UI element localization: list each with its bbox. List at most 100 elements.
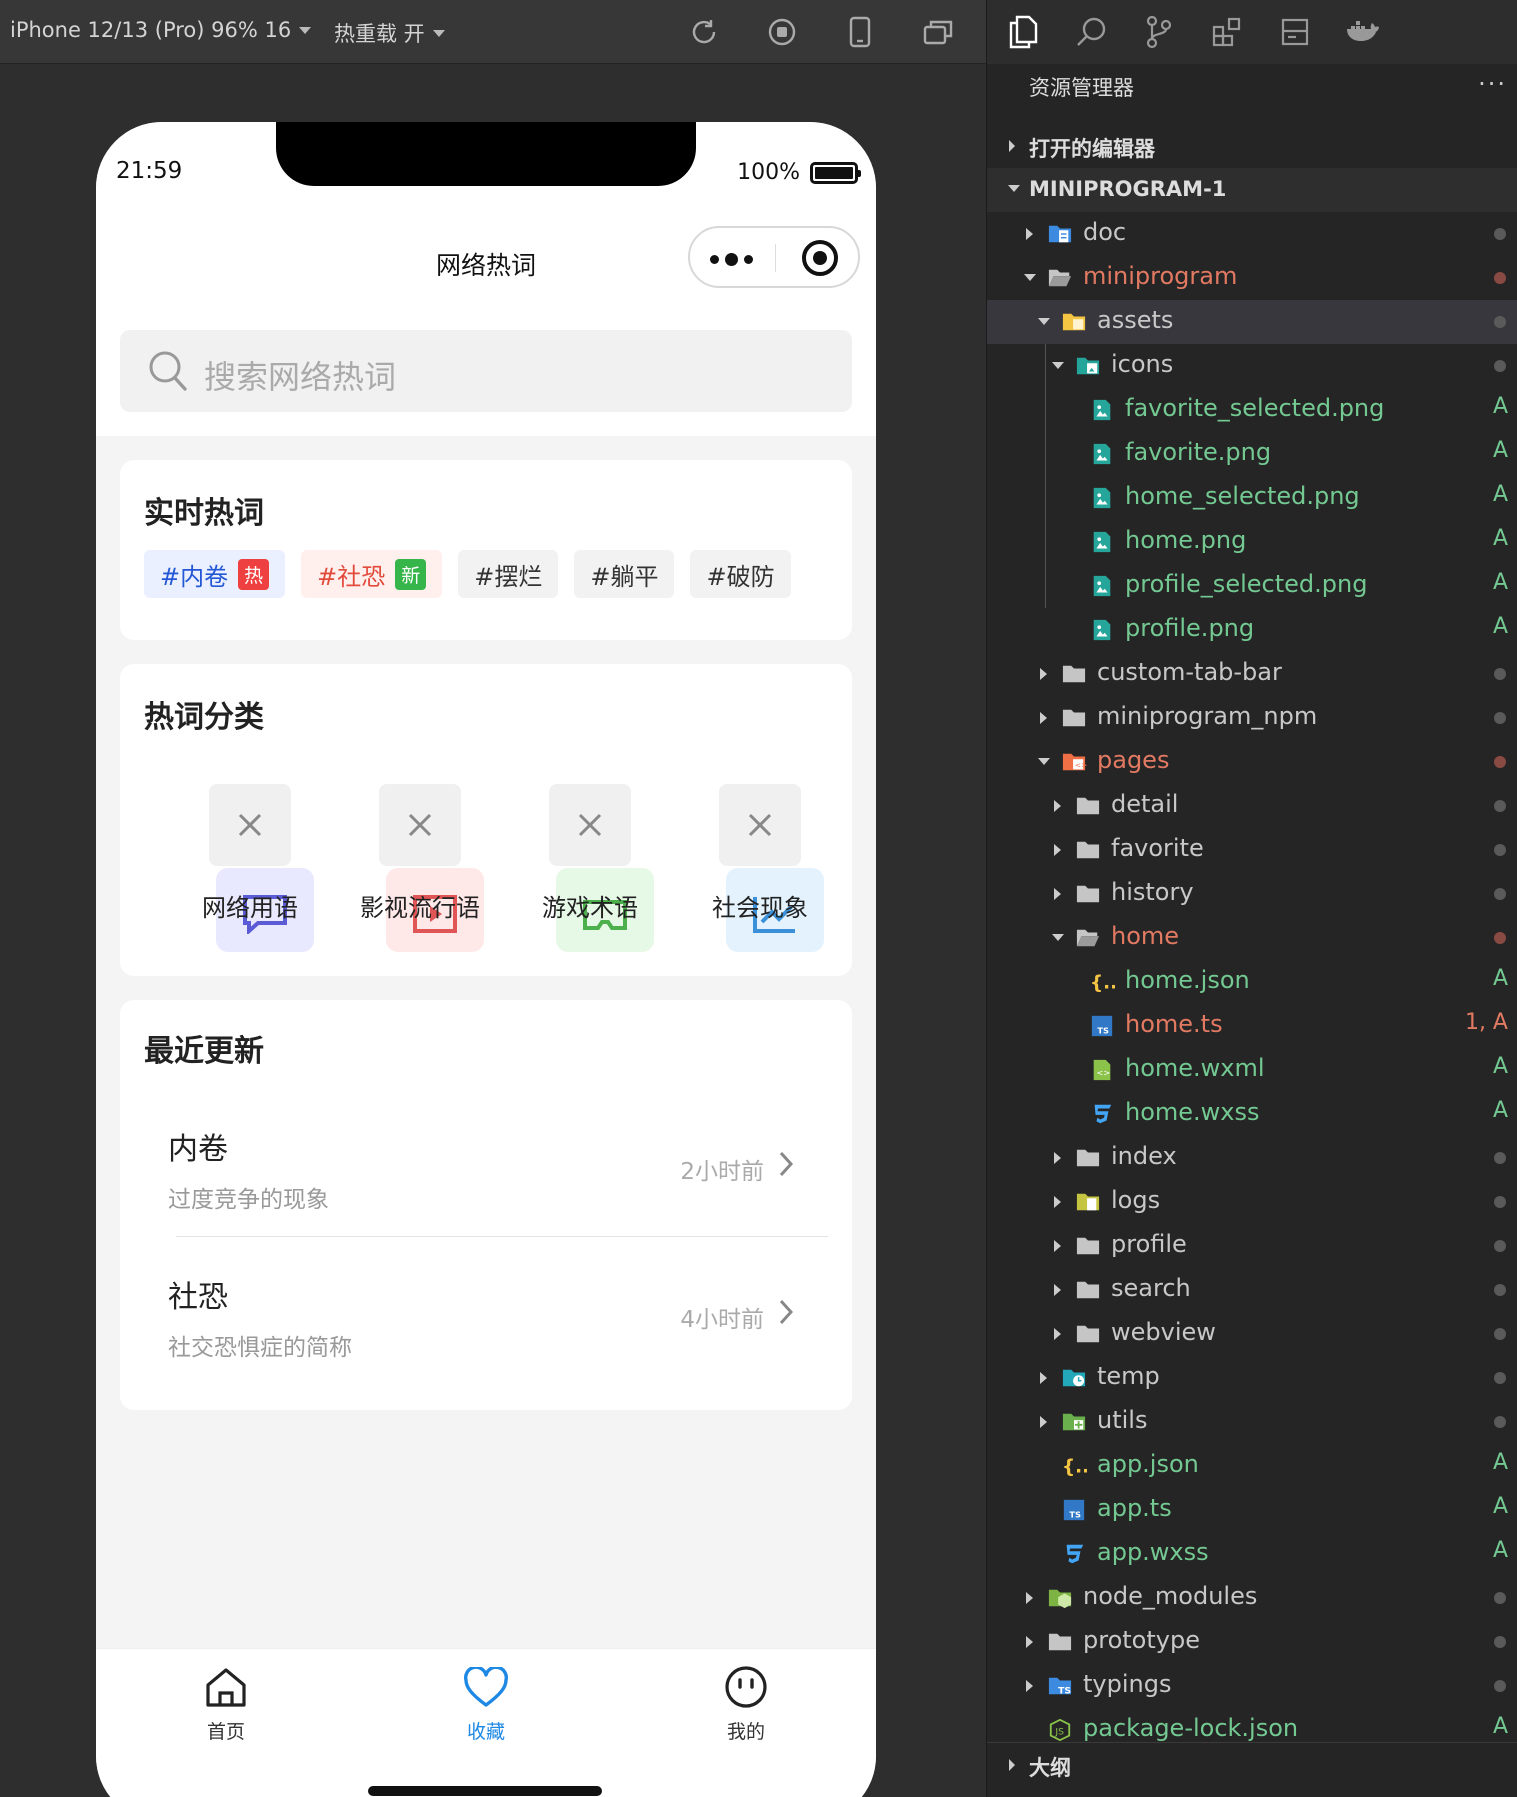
tree-folder-node-modules[interactable]: node_modules bbox=[987, 1576, 1517, 1620]
tree-folder-favorite[interactable]: favorite bbox=[987, 828, 1517, 872]
tag-shekong[interactable]: #社恐新 bbox=[301, 550, 443, 598]
tab-home[interactable]: 首页 bbox=[146, 1657, 306, 1744]
git-status-badge: A bbox=[1492, 1054, 1508, 1079]
tree-file-home-selected-png[interactable]: home_selected.png A bbox=[987, 476, 1517, 520]
refresh-button[interactable] bbox=[682, 14, 726, 50]
git-status-badge: A bbox=[1492, 614, 1508, 639]
category-game-terms[interactable]: 游戏术语 bbox=[480, 784, 654, 954]
category-label: 社会现象 bbox=[712, 894, 808, 922]
storage-tab[interactable] bbox=[1277, 14, 1313, 50]
tree-folder-index[interactable]: index bbox=[987, 1136, 1517, 1180]
broken-image-icon bbox=[719, 784, 801, 866]
hot-reload-select[interactable]: 热重载 开 bbox=[334, 18, 445, 48]
tree-file-home-ts[interactable]: TS home.ts 1, A bbox=[987, 1004, 1517, 1048]
open-editors-section[interactable]: 打开的编辑器 bbox=[987, 124, 1517, 168]
tree-item-label: home.png bbox=[1125, 526, 1247, 554]
tree-folder-prototype[interactable]: prototype bbox=[987, 1620, 1517, 1664]
more-button[interactable] bbox=[710, 253, 753, 266]
home-icon bbox=[206, 1668, 246, 1707]
tree-file-app-json[interactable]: {..} app.json A bbox=[987, 1444, 1517, 1488]
typescript-file-icon: TS bbox=[1063, 1499, 1085, 1521]
image-file-icon bbox=[1093, 487, 1111, 509]
tree-folder-utils[interactable]: utils bbox=[987, 1400, 1517, 1444]
tree-item-label: app.ts bbox=[1097, 1494, 1172, 1522]
category-internet-slang[interactable]: 网络用语 bbox=[140, 784, 314, 954]
git-status-badge: A bbox=[1492, 394, 1508, 419]
phone-button[interactable] bbox=[838, 14, 882, 50]
tab-favorite[interactable]: 收藏 bbox=[406, 1657, 566, 1744]
tree-folder-custom-tab-bar[interactable]: custom-tab-bar bbox=[987, 652, 1517, 696]
search-input[interactable]: 搜索网络热词 bbox=[120, 330, 852, 412]
typescript-file-icon: TS bbox=[1091, 1015, 1113, 1037]
explorer-tab[interactable] bbox=[1005, 14, 1041, 50]
tree-file-favorite-selected-png[interactable]: favorite_selected.png A bbox=[987, 388, 1517, 432]
tree-file-home-png[interactable]: home.png A bbox=[987, 520, 1517, 564]
chevron-right-icon bbox=[1026, 228, 1033, 240]
tree-file-app-wxss[interactable]: app.wxss A bbox=[987, 1532, 1517, 1576]
status-dot bbox=[1494, 844, 1506, 856]
svg-text:JS: JS bbox=[1054, 1727, 1064, 1738]
tree-item-label: typings bbox=[1083, 1670, 1172, 1698]
image-file-icon bbox=[1093, 531, 1111, 553]
tab-profile[interactable]: 我的 bbox=[666, 1657, 826, 1744]
folder-pages-icon: <> bbox=[1062, 753, 1087, 771]
docker-tab[interactable] bbox=[1345, 14, 1381, 50]
tree-folder-webview[interactable]: webview bbox=[987, 1312, 1517, 1356]
tree-file-app-ts[interactable]: TS app.ts A bbox=[987, 1488, 1517, 1532]
tree-folder-doc[interactable]: doc bbox=[987, 212, 1517, 256]
project-section[interactable]: MINIPROGRAM-1 bbox=[987, 168, 1517, 212]
tag-tangping[interactable]: #躺平 bbox=[574, 550, 675, 598]
tree-folder-history[interactable]: history bbox=[987, 872, 1517, 916]
category-movie-slang[interactable]: 影视流行语 bbox=[310, 784, 484, 954]
tree-folder-miniprogram-npm[interactable]: miniprogram_npm bbox=[987, 696, 1517, 740]
more-actions-button[interactable]: ··· bbox=[1478, 70, 1507, 98]
capsule-menu bbox=[688, 226, 860, 288]
tree-folder-detail[interactable]: detail bbox=[987, 784, 1517, 828]
tree-folder-temp[interactable]: temp bbox=[987, 1356, 1517, 1400]
tree-folder-assets[interactable]: assets bbox=[987, 300, 1517, 344]
git-status-badge: A bbox=[1492, 526, 1508, 551]
json-file-icon: {..} bbox=[1090, 972, 1115, 993]
files-icon bbox=[1009, 15, 1038, 49]
detach-window-button[interactable] bbox=[916, 14, 960, 50]
phone-notch bbox=[276, 122, 696, 186]
close-miniprogram-button[interactable] bbox=[802, 240, 838, 276]
search-tab[interactable] bbox=[1073, 14, 1109, 50]
outline-section[interactable]: 大纲 bbox=[987, 1742, 1517, 1786]
tree-folder-home[interactable]: home bbox=[987, 916, 1517, 960]
source-control-tab[interactable] bbox=[1141, 14, 1177, 50]
docker-icon bbox=[1347, 21, 1379, 41]
tree-file-profile-png[interactable]: profile.png A bbox=[987, 608, 1517, 652]
tree-item-label: doc bbox=[1083, 218, 1127, 246]
extensions-tab[interactable] bbox=[1209, 14, 1245, 50]
git-status-badge: A bbox=[1492, 1494, 1508, 1519]
tree-file-home-wxml[interactable]: <> home.wxml A bbox=[987, 1048, 1517, 1092]
tree-file-home-json[interactable]: {..} home.json A bbox=[987, 960, 1517, 1004]
folder-icon bbox=[1076, 1149, 1100, 1167]
tree-folder-icons[interactable]: icons bbox=[987, 344, 1517, 388]
tree-folder-typings[interactable]: TS typings bbox=[987, 1664, 1517, 1708]
tree-file-profile-selected-png[interactable]: profile_selected.png A bbox=[987, 564, 1517, 608]
search-icon bbox=[1077, 17, 1106, 46]
tag-neijuan[interactable]: #内卷热 bbox=[144, 550, 286, 598]
tree-file-favorite-png[interactable]: favorite.png A bbox=[987, 432, 1517, 476]
stop-button[interactable] bbox=[760, 14, 804, 50]
tree-folder-pages[interactable]: <> pages bbox=[987, 740, 1517, 784]
list-item[interactable]: 内卷 过度竞争的现象 2小时前 bbox=[144, 1088, 828, 1236]
list-item[interactable]: 社恐 社交恐惧症的简称 4小时前 bbox=[144, 1236, 828, 1384]
category-social-phenomena[interactable]: 社会现象 bbox=[650, 784, 824, 954]
tree-item-label: favorite_selected.png bbox=[1125, 394, 1385, 422]
tag-bailan[interactable]: #摆烂 bbox=[458, 550, 559, 598]
tree-item-label: assets bbox=[1097, 306, 1174, 334]
css-file-icon bbox=[1094, 1104, 1112, 1124]
tag-pofang[interactable]: #破防 bbox=[690, 550, 791, 598]
tree-folder-miniprogram[interactable]: miniprogram bbox=[987, 256, 1517, 300]
chevron-right-icon bbox=[1054, 888, 1061, 900]
tree-item-label: history bbox=[1111, 878, 1194, 906]
tree-folder-logs[interactable]: logs bbox=[987, 1180, 1517, 1224]
tree-file-home-wxss[interactable]: home.wxss A bbox=[987, 1092, 1517, 1136]
tree-folder-profile[interactable]: profile bbox=[987, 1224, 1517, 1268]
tree-folder-search[interactable]: search bbox=[987, 1268, 1517, 1312]
device-select[interactable]: iPhone 12/13 (Pro) 96% 16 bbox=[10, 18, 312, 42]
git-status-badge: 1, A bbox=[1464, 1010, 1508, 1035]
